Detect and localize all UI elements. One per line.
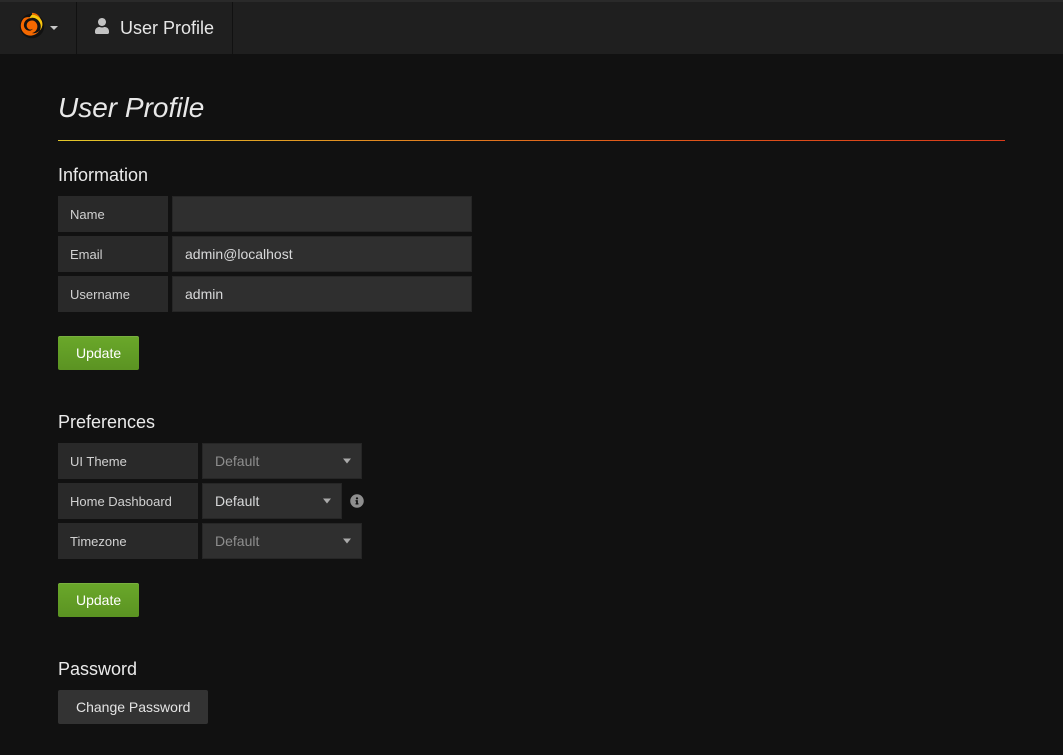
home-dashboard-info-icon[interactable] [346,483,368,519]
label-ui-theme: UI Theme [58,443,198,479]
information-form: Name Email Username [58,196,1005,312]
name-input[interactable] [172,196,472,232]
page-title: User Profile [58,92,1005,141]
change-password-button[interactable]: Change Password [58,690,208,724]
chevron-down-icon [343,459,351,464]
chevron-down-icon [343,539,351,544]
chevron-down-icon [50,26,58,30]
home-dashboard-select[interactable]: Default [202,483,342,519]
user-icon [95,18,109,39]
navbar-page-title[interactable]: User Profile [77,2,233,54]
information-actions: Update [58,336,1005,370]
label-name: Name [58,196,168,232]
grafana-logo-menu[interactable] [0,2,77,54]
form-row-home-dashboard: Home Dashboard Default [58,483,1005,519]
navbar: User Profile [0,0,1063,54]
username-input[interactable] [172,276,472,312]
label-email: Email [58,236,168,272]
timezone-select[interactable]: Default [202,523,362,559]
form-row-ui-theme: UI Theme Default [58,443,1005,479]
form-row-timezone: Timezone Default [58,523,1005,559]
section-heading-preferences: Preferences [58,412,1005,433]
label-username: Username [58,276,168,312]
update-preferences-button[interactable]: Update [58,583,139,617]
chevron-down-icon [323,499,331,504]
page: User Profile Information Name Email User… [0,54,1063,755]
timezone-value: Default [215,533,259,549]
home-dashboard-value: Default [215,493,259,509]
password-actions: Change Password [58,690,1005,724]
navbar-title-text: User Profile [120,18,214,39]
label-home-dashboard: Home Dashboard [58,483,198,519]
email-input[interactable] [172,236,472,272]
preferences-actions: Update [58,583,1005,617]
label-timezone: Timezone [58,523,198,559]
preferences-form: UI Theme Default Home Dashboard Default … [58,443,1005,559]
grafana-logo-icon [18,12,46,45]
form-row-email: Email [58,236,1005,272]
form-row-username: Username [58,276,1005,312]
form-row-name: Name [58,196,1005,232]
ui-theme-select[interactable]: Default [202,443,362,479]
update-information-button[interactable]: Update [58,336,139,370]
section-heading-information: Information [58,165,1005,186]
section-heading-password: Password [58,659,1005,680]
ui-theme-value: Default [215,453,259,469]
